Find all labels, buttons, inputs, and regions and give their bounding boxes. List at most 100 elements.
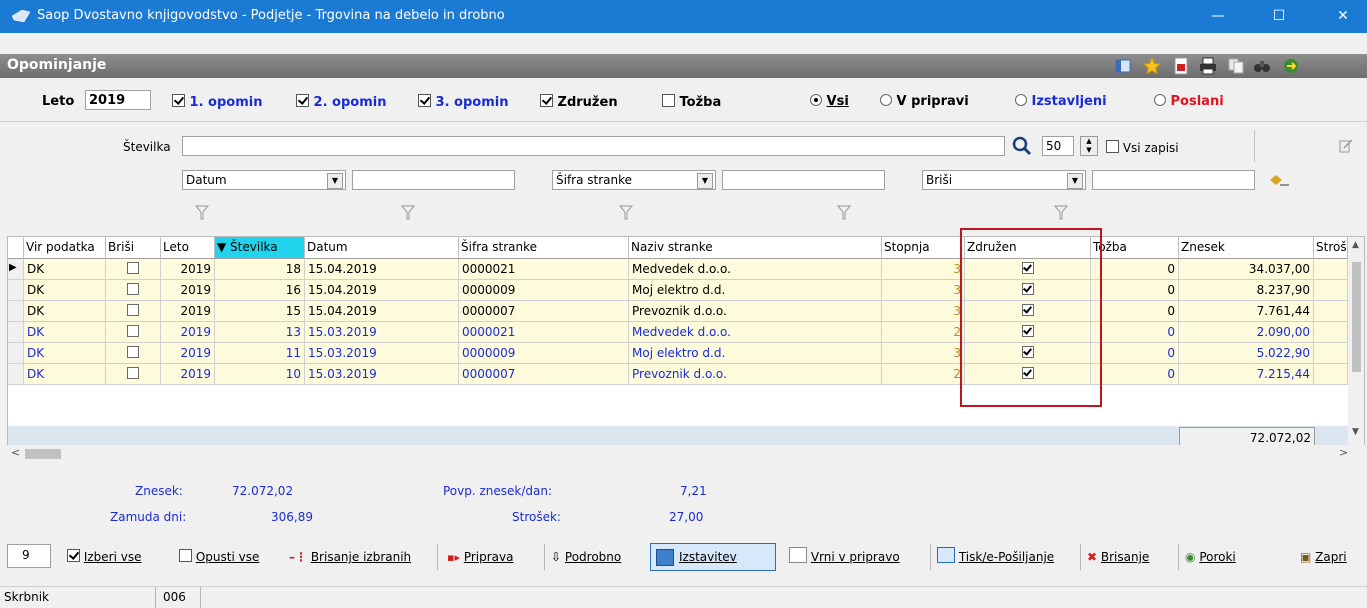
brisanje-izbranih-button[interactable]: –⋮ Brisanje izbranih <box>289 544 411 570</box>
stevilka-input[interactable] <box>182 136 1005 156</box>
maximize-button[interactable]: ☐ <box>1256 0 1302 33</box>
radio-poslani[interactable]: Poslani <box>1154 94 1224 109</box>
vsi-zapisi-checkbox[interactable]: Vsi zapisi <box>1106 140 1179 155</box>
col-sifra-stranke[interactable]: Šifra stranke <box>459 237 629 259</box>
cell-znesek: 7.761,44 <box>1179 301 1314 322</box>
cell-stopnja: 3 <box>882 280 965 301</box>
binoculars-icon[interactable] <box>1253 57 1271 75</box>
cell-tozba: 0 <box>1091 280 1179 301</box>
printer-icon[interactable] <box>1199 57 1217 75</box>
cell-leto: 2019 <box>161 322 215 343</box>
scroll-right-icon[interactable]: > <box>1339 446 1348 459</box>
col-leto[interactable]: Leto <box>161 237 215 259</box>
brisi-checkbox[interactable] <box>127 283 139 295</box>
count-spinner[interactable]: ▲ ▼ <box>1080 136 1098 156</box>
col-datum[interactable]: Datum <box>305 237 459 259</box>
col-strosek[interactable]: Stroš <box>1314 237 1348 259</box>
filter-icon[interactable] <box>619 205 633 221</box>
sort-arrow-icon: ▼ <box>217 240 231 254</box>
col-brisi[interactable]: Briši <box>106 237 161 259</box>
opomin2-checkbox[interactable]: 2. opomin <box>296 94 386 110</box>
copy-icon[interactable] <box>1227 57 1245 75</box>
brisi-checkbox[interactable] <box>127 346 139 358</box>
cell-vir: DK <box>24 259 106 280</box>
zdruzen-checkbox[interactable]: Združen <box>540 94 618 110</box>
vrni-button[interactable]: Vrni v pripravo <box>789 544 900 570</box>
year-input[interactable]: 2019 <box>85 90 151 110</box>
izstavitev-button[interactable]: Izstavitev <box>650 543 776 571</box>
horizontal-scrollbar[interactable]: < > <box>7 445 1365 463</box>
exit-icon[interactable] <box>1282 57 1300 75</box>
cell-datum: 15.03.2019 <box>305 322 459 343</box>
col-znesek[interactable]: Znesek <box>1179 237 1314 259</box>
col-tozba[interactable]: Tožba <box>1091 237 1179 259</box>
cell-stevilka: 16 <box>215 280 305 301</box>
tisk-button[interactable]: Tisk/e-Pošiljanje <box>937 544 1054 570</box>
pdf-icon[interactable] <box>1172 57 1190 75</box>
vertical-scrollbar[interactable]: ▲ ▼ <box>1348 237 1364 447</box>
scroll-down-icon[interactable]: ▼ <box>1352 427 1359 437</box>
filter-icon[interactable] <box>837 205 851 221</box>
col-stopnja[interactable]: Stopnja <box>882 237 965 259</box>
minimize-button[interactable]: — <box>1195 0 1241 33</box>
podrobno-button[interactable]: ⇩ Podrobno <box>551 544 621 570</box>
brisi-checkbox[interactable] <box>127 325 139 337</box>
opomin1-checkbox[interactable]: 1. opomin <box>172 94 262 110</box>
opusti-vse-checkbox[interactable]: Opusti vse <box>179 544 259 570</box>
cell-tozba: 0 <box>1091 301 1179 322</box>
sifra-filter-input[interactable] <box>722 170 885 190</box>
data-grid[interactable]: Vir podatka Briši Leto ▼ Številka Datum … <box>7 236 1365 456</box>
cell-vir: DK <box>24 280 106 301</box>
delete-selected-icon: –⋮ <box>289 550 307 564</box>
hscroll-thumb[interactable] <box>25 449 61 459</box>
scroll-up-icon[interactable]: ▲ <box>1352 240 1359 250</box>
combo-brisi[interactable]: Briši ▼ <box>922 170 1086 190</box>
priprava-button[interactable]: ▪▸ Priprava <box>447 544 513 570</box>
edit-icon[interactable] <box>1338 138 1354 154</box>
col-naziv-stranke[interactable]: Naziv stranke <box>629 237 882 259</box>
selected-count: 9 <box>7 544 51 568</box>
brisi-checkbox[interactable] <box>127 304 139 316</box>
table-row[interactable]: DK 2019 15 15.04.2019 0000007 Prevoznik d.o.o… <box>8 301 1348 322</box>
cell-sifra: 0000021 <box>459 322 629 343</box>
brisi-checkbox[interactable] <box>127 367 139 379</box>
count-input[interactable]: 50 <box>1042 136 1074 156</box>
radio-vsi[interactable]: Vsi <box>810 94 849 109</box>
radio-izstavljeni[interactable]: Izstavljeni <box>1015 94 1107 109</box>
zapri-button[interactable]: ▣ Zapri <box>1300 544 1347 570</box>
brisi-filter-input[interactable] <box>1092 170 1255 190</box>
scroll-thumb[interactable] <box>1352 262 1361 372</box>
datum-filter-input[interactable] <box>352 170 515 190</box>
radio-v-pripravi[interactable]: V pripravi <box>880 94 969 109</box>
cell-sifra: 0000009 <box>459 343 629 364</box>
table-row[interactable]: DK 2019 13 15.03.2019 0000021 Medvedek d.o.o.… <box>8 322 1348 343</box>
row-indicator: ▶ <box>8 259 24 280</box>
app-icon <box>12 10 30 22</box>
filter-icon[interactable] <box>195 205 209 221</box>
cell-naziv: Medvedek d.o.o. <box>629 322 882 343</box>
table-row[interactable]: DK 2019 16 15.04.2019 0000009 Moj elektro d.d… <box>8 280 1348 301</box>
brisanje-button[interactable]: ✖ Brisanje <box>1087 544 1149 570</box>
col-vir-podatka[interactable]: Vir podatka <box>24 237 106 259</box>
filter-icon[interactable] <box>401 205 415 221</box>
filter-icon[interactable] <box>1054 205 1068 221</box>
table-row[interactable]: ▶ DK 2019 18 15.04.2019 0000021 Medvedek d.o.o… <box>8 259 1348 280</box>
opomin3-checkbox[interactable]: 3. opomin <box>418 94 508 110</box>
izberi-vse-checkbox[interactable]: Izberi vse <box>67 544 141 570</box>
tozba-checkbox[interactable]: Tožba <box>662 94 721 110</box>
table-row[interactable]: DK 2019 11 15.03.2019 0000009 Moj elektro d.d… <box>8 343 1348 364</box>
star-icon[interactable] <box>1143 57 1161 75</box>
summary-zamuda-value: 306,89 <box>271 510 313 524</box>
scroll-left-icon[interactable]: < <box>11 446 20 459</box>
combo-datum[interactable]: Datum ▼ <box>182 170 346 190</box>
combo-sifra[interactable]: Šifra stranke ▼ <box>552 170 716 190</box>
brisi-checkbox[interactable] <box>127 262 139 274</box>
eraser-icon[interactable] <box>1268 174 1290 188</box>
search-icon[interactable] <box>1012 136 1032 156</box>
poroki-button[interactable]: ◉ Poroki <box>1185 544 1236 570</box>
stevilka-label: Številka <box>123 140 171 154</box>
col-stevilka[interactable]: ▼ Številka <box>215 237 305 259</box>
close-button[interactable]: ✕ <box>1320 0 1366 33</box>
layout-icon[interactable] <box>1114 57 1132 75</box>
table-row[interactable]: DK 2019 10 15.03.2019 0000007 Prevoznik d.o.o… <box>8 364 1348 385</box>
